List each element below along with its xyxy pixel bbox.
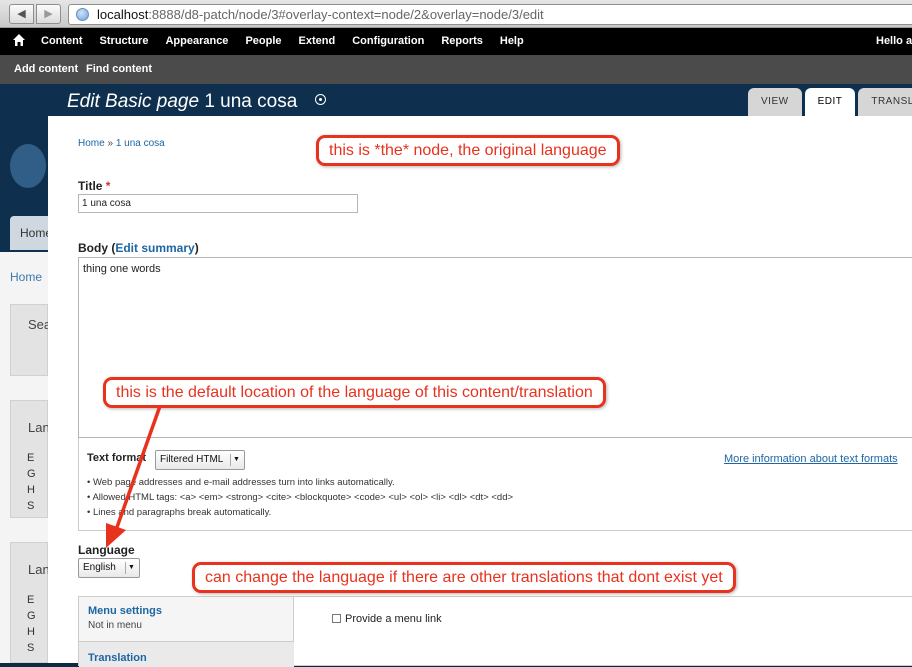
annotation-arrow-icon [106, 405, 162, 548]
